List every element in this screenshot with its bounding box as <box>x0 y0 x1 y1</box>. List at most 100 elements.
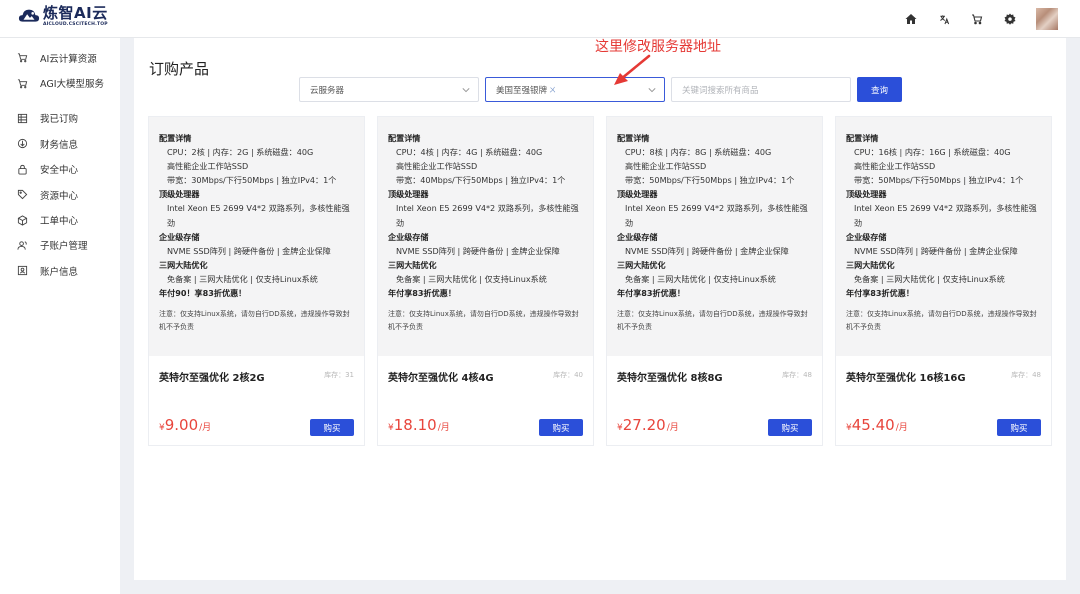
bandwidth-line: 带宽：40Mbps/下行50Mbps | 独立IPv4：1个 <box>396 175 566 186</box>
sidebar-item-label: 我已订购 <box>40 114 79 126</box>
product-description: 配置详情 CPU：16核 | 内存：16G | 系统磁盘：40G 高性能企业工作… <box>836 117 1051 356</box>
cart-icon <box>17 78 28 89</box>
brand-logo[interactable]: 炼智AI云 AICLOUD.CSCITECH.TOP <box>18 6 108 28</box>
product-price: ¥ 9.00 /月 <box>159 416 211 434</box>
buy-button[interactable]: 购买 <box>997 419 1041 436</box>
buy-button[interactable]: 购买 <box>539 419 583 436</box>
storage-line: NVME SSD阵列 | 跨硬件备份 | 金牌企业保障 <box>167 245 331 256</box>
product-price: ¥ 27.20 /月 <box>617 416 679 434</box>
spec-line: CPU：8核 | 内存：8G | 系统磁盘：40G <box>625 147 772 158</box>
main-panel: 订购产品 云服务器 美国至强银牌 ㄨ 关键词搜索所有商品 查询 配置详情 CPU… <box>134 38 1066 580</box>
sidebar-item-tickets[interactable]: 工单中心 <box>0 207 120 232</box>
spec-line: CPU：4核 | 内存：4G | 系统磁盘：40G <box>396 147 543 158</box>
notice-text: 注意：仅支持Linux系统，请勿自行DD系统，违规操作导致封机不予负责 <box>388 310 579 331</box>
brand-title: 炼智AI云 <box>43 4 108 22</box>
page-title: 订购产品 <box>149 60 210 78</box>
stock-count: 库存：31 <box>324 371 354 379</box>
cpu-line: Intel Xeon E5 2699 V4*2 双路系列，多核性能强劲 <box>396 203 579 228</box>
home-icon[interactable] <box>904 12 918 26</box>
storage-line: NVME SSD阵列 | 跨硬件备份 | 金牌企业保障 <box>854 245 1018 256</box>
section-heading: 顶级处理器 <box>159 189 200 200</box>
storage-line: NVME SSD阵列 | 跨硬件备份 | 金牌企业保障 <box>396 245 560 256</box>
sidebar-item-account[interactable]: 账户信息 <box>0 258 120 283</box>
buy-button[interactable]: 购买 <box>768 419 812 436</box>
product-card: 配置详情 CPU：4核 | 内存：4G | 系统磁盘：40G 高性能企业工作站S… <box>377 116 594 446</box>
stock-count: 库存：40 <box>553 371 583 379</box>
sidebar: AI云计算资源 AGI大模型服务 我已订购 财务信息 安全中心 资源中心 工单中… <box>0 38 120 594</box>
list-icon <box>17 113 28 124</box>
product-card: 配置详情 CPU：8核 | 内存：8G | 系统磁盘：40G 高性能企业工作站S… <box>606 116 823 446</box>
profile-icon <box>17 265 28 276</box>
sidebar-item-label: 子账户管理 <box>40 241 88 253</box>
section-heading: 三网大陆优化 <box>846 259 895 270</box>
search-input[interactable]: 关键词搜索所有商品 <box>671 77 851 102</box>
network-line: 免备案 | 三网大陆优化 | 仅支持Linux系统 <box>854 273 1005 284</box>
sidebar-item-label: 资源中心 <box>40 190 79 202</box>
sidebar-item-label: AI云计算资源 <box>40 53 97 65</box>
price-value: 18.10 <box>393 416 437 434</box>
finance-icon <box>17 138 28 149</box>
product-name: 英特尔至强优化 16核16G <box>846 373 966 384</box>
buy-button[interactable]: 购买 <box>310 419 354 436</box>
sidebar-item-label: 工单中心 <box>40 216 79 228</box>
section-heading: 配置详情 <box>388 133 421 143</box>
sidebar-item-resources[interactable]: 资源中心 <box>0 182 120 207</box>
sidebar-item-label: 财务信息 <box>40 139 79 151</box>
translate-icon[interactable] <box>937 12 951 26</box>
product-description: 配置详情 CPU：4核 | 内存：4G | 系统磁盘：40G 高性能企业工作站S… <box>378 117 593 356</box>
chevron-down-icon <box>462 88 470 93</box>
spec-line: CPU：2核 | 内存：2G | 系统磁盘：40G <box>167 147 314 158</box>
sidebar-item-finance[interactable]: 财务信息 <box>0 131 120 156</box>
promo-line: 年付享83折优惠！ <box>388 288 456 299</box>
region-tag-icon: ㄨ <box>549 85 557 94</box>
promo-line: 年付享83折优惠！ <box>846 288 914 299</box>
price-value: 9.00 <box>164 416 199 434</box>
tag-icon <box>17 189 28 200</box>
product-name: 英特尔至强优化 4核4G <box>388 373 494 384</box>
lock-icon <box>17 164 28 175</box>
cpu-line: Intel Xeon E5 2699 V4*2 双路系列，多核性能强劲 <box>625 203 808 228</box>
search-button[interactable]: 查询 <box>857 77 902 102</box>
section-heading: 企业级存储 <box>388 231 429 242</box>
section-heading: 三网大陆优化 <box>388 259 437 270</box>
filter-bar: 云服务器 美国至强银牌 ㄨ 关键词搜索所有商品 查询 <box>299 77 902 102</box>
price-value: 27.20 <box>622 416 666 434</box>
sidebar-item-agi[interactable]: AGI大模型服务 <box>0 70 120 95</box>
cpu-line: Intel Xeon E5 2699 V4*2 双路系列，多核性能强劲 <box>167 203 350 228</box>
product-card: 配置详情 CPU：2核 | 内存：2G | 系统磁盘：40G 高性能企业工作站S… <box>148 116 365 446</box>
stock-count: 库存：48 <box>782 371 812 379</box>
price-value: 45.40 <box>851 416 895 434</box>
product-price: ¥ 45.40 /月 <box>846 416 908 434</box>
cube-icon <box>17 214 28 226</box>
sidebar-item-label: 账户信息 <box>40 266 79 278</box>
product-description: 配置详情 CPU：8核 | 内存：8G | 系统磁盘：40G 高性能企业工作站S… <box>607 117 822 356</box>
price-unit: /月 <box>199 423 212 433</box>
ssd-line: 高性能企业工作站SSD <box>167 161 249 172</box>
ssd-line: 高性能企业工作站SSD <box>396 161 478 172</box>
price-unit: /月 <box>666 423 679 433</box>
settings-icon[interactable] <box>1003 12 1017 26</box>
promo-line: 年付享83折优惠！ <box>617 288 685 299</box>
search-placeholder: 关键词搜索所有商品 <box>682 85 759 96</box>
cart-icon[interactable] <box>970 12 984 26</box>
section-heading: 顶级处理器 <box>617 189 658 200</box>
bandwidth-line: 带宽：50Mbps/下行50Mbps | 独立IPv4：1个 <box>625 175 795 186</box>
sidebar-item-security[interactable]: 安全中心 <box>0 157 120 182</box>
sidebar-item-ai-cloud[interactable]: AI云计算资源 <box>0 45 120 70</box>
brand-subtitle: AICLOUD.CSCITECH.TOP <box>43 22 108 27</box>
product-card: 配置详情 CPU：16核 | 内存：16G | 系统磁盘：40G 高性能企业工作… <box>835 116 1052 446</box>
sidebar-item-subaccounts[interactable]: 子账户管理 <box>0 233 120 258</box>
spec-line: CPU：16核 | 内存：16G | 系统磁盘：40G <box>854 147 1011 158</box>
section-heading: 三网大陆优化 <box>617 259 666 270</box>
annotation-arrow-icon <box>614 54 651 85</box>
sidebar-item-orders[interactable]: 我已订购 <box>0 106 120 131</box>
product-name: 英特尔至强优化 8核8G <box>617 373 723 384</box>
section-heading: 企业级存储 <box>846 231 887 242</box>
avatar[interactable] <box>1036 8 1058 30</box>
network-line: 免备案 | 三网大陆优化 | 仅支持Linux系统 <box>167 273 318 284</box>
category-select[interactable]: 云服务器 <box>299 77 479 102</box>
price-unit: /月 <box>437 423 450 433</box>
section-heading: 企业级存储 <box>159 231 200 242</box>
ssd-line: 高性能企业工作站SSD <box>854 161 936 172</box>
stock-count: 库存：48 <box>1011 371 1041 379</box>
